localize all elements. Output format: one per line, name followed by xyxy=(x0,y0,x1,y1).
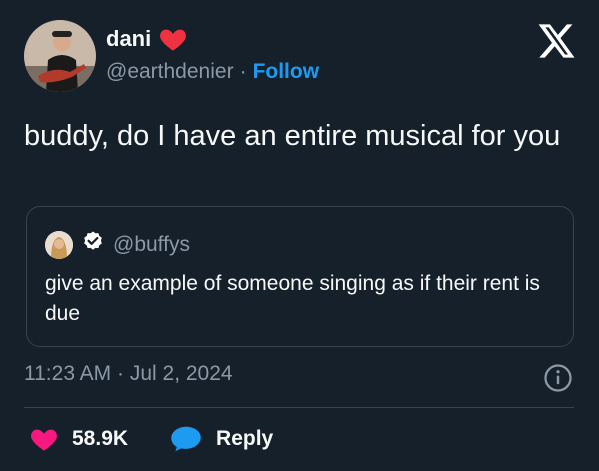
author-avatar[interactable] xyxy=(24,20,96,92)
quoted-author-avatar[interactable] xyxy=(45,230,73,259)
tweet-text: buddy, do I have an entire musical for y… xyxy=(24,120,561,152)
info-icon[interactable] xyxy=(543,363,573,393)
embedded-tweet-card: dani @earthdenier · Follow buddy, do I h… xyxy=(0,0,599,471)
divider xyxy=(24,407,574,408)
quoted-tweet-text: give an example of someone singing as if… xyxy=(45,272,540,325)
reply-label: Reply xyxy=(216,427,274,450)
x-logo-icon[interactable] xyxy=(537,22,575,60)
author-handle[interactable]: @earthdenier xyxy=(106,60,234,84)
verified-badge-icon xyxy=(81,230,105,259)
reply-button[interactable]: Reply xyxy=(170,425,273,453)
like-button[interactable]: 58.9K xyxy=(30,426,128,452)
follow-link[interactable]: Follow xyxy=(253,60,320,84)
tweet-timestamp[interactable]: 11:23 AM · Jul 2, 2024 xyxy=(24,362,233,386)
author-name[interactable]: dani xyxy=(106,26,151,52)
speech-bubble-icon xyxy=(170,425,202,453)
like-heart-icon xyxy=(30,426,58,452)
red-heart-icon xyxy=(159,26,187,52)
tweet-actions: 58.9K Reply xyxy=(30,425,273,453)
like-count: 58.9K xyxy=(72,427,129,450)
separator-dot: · xyxy=(239,60,247,83)
quoted-tweet[interactable]: @buffys give an example of someone singi… xyxy=(26,206,574,347)
quoted-author-handle[interactable]: @buffys xyxy=(113,233,190,257)
